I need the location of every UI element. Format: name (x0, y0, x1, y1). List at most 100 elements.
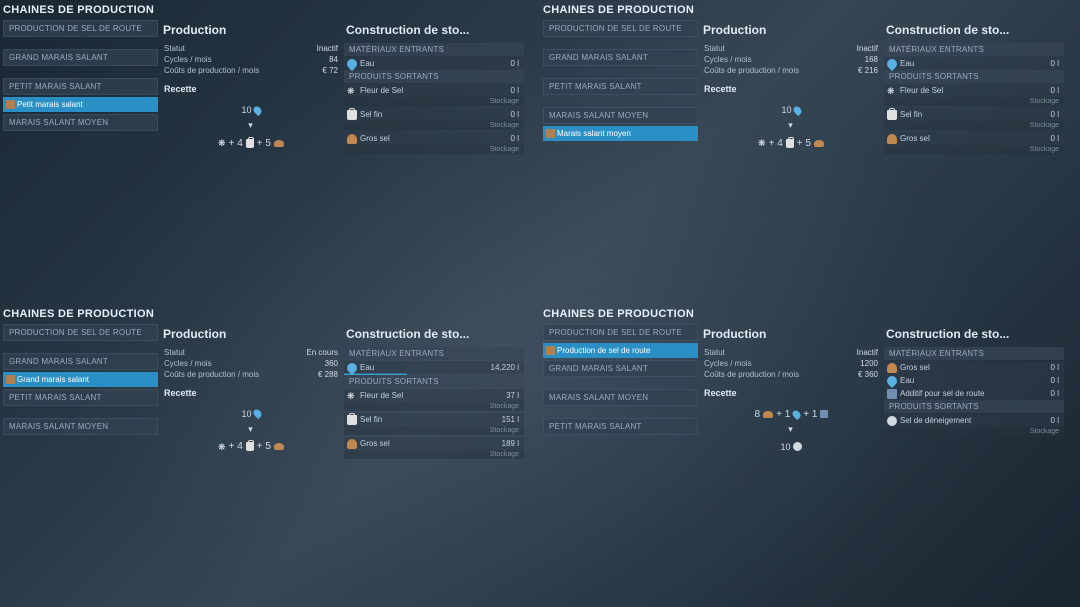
stat-value: € 72 (322, 66, 338, 75)
recipe-op: + 4 (228, 441, 244, 452)
salt-pile-icon (887, 363, 897, 373)
material-stock-label: Stockage (344, 97, 524, 106)
material-name: Gros sel (900, 134, 930, 143)
recipe-display: 10▾❋+ 4+ 5 (701, 100, 881, 151)
material-name: Fleur de Sel (360, 391, 403, 400)
sidebar-category-header[interactable]: PETIT MARAIS SALANT (3, 389, 158, 406)
sidebar-item-label: MARAIS SALANT MOYEN (9, 118, 108, 127)
chains-title: CHAINES DE PRODUCTION (3, 4, 537, 16)
stat-label: Coûts de production / mois (164, 370, 259, 379)
stat-label: Statut (704, 44, 725, 53)
sidebar-category-header[interactable]: GRAND MARAIS SALANT (543, 49, 698, 66)
sidebar-category-header[interactable]: MARAIS SALANT MOYEN (543, 389, 698, 406)
recipe-heading: Recette (164, 84, 341, 94)
sidebar-category-header[interactable]: PETIT MARAIS SALANT (3, 78, 158, 95)
salt-flake-icon: ❋ (347, 391, 357, 401)
material-row[interactable]: Additif pour sel de route0 l (884, 387, 1064, 400)
production-stat-row: Cycles / mois360 (161, 358, 341, 369)
stat-label: Coûts de production / mois (704, 66, 799, 75)
water-drop-icon (345, 360, 359, 374)
material-name: Additif pour sel de route (900, 389, 985, 398)
material-name: Gros sel (900, 363, 930, 372)
sidebar-item-label: PRODUCTION DE SEL DE ROUTE (549, 328, 682, 337)
material-row[interactable]: Gros sel0 l (884, 361, 1064, 374)
sidebar-category-header[interactable]: MARAIS SALANT MOYEN (3, 418, 158, 435)
sidebar-category-header[interactable]: GRAND MARAIS SALANT (3, 353, 158, 370)
material-row[interactable]: Eau 14,220 l (344, 361, 524, 374)
material-row[interactable]: Sel de déneigement0 l (884, 414, 1064, 427)
salt-flake-icon: ❋ (347, 86, 357, 96)
recipe-op: + 1 (775, 409, 791, 420)
salt-pile-icon (763, 411, 773, 418)
sidebar-item-label: MARAIS SALANT MOYEN (549, 111, 648, 120)
sidebar-category-header[interactable]: PRODUCTION DE SEL DE ROUTE (3, 20, 158, 37)
material-row[interactable]: Eau0 l (884, 374, 1064, 387)
sidebar-building-item[interactable]: Production de sel de route (543, 343, 698, 358)
sidebar-item-label: Marais salant moyen (557, 129, 631, 138)
production-stat-row: Coûts de production / mois € 72 (161, 65, 341, 76)
sidebar-building-item[interactable]: Petit marais salant (3, 97, 158, 112)
salt-pile-icon (887, 134, 897, 144)
arrow-down-icon: ▾ (701, 424, 881, 435)
stat-value: Inactif (317, 44, 338, 53)
recipe-qty: 10 (241, 409, 251, 419)
material-value: 0 l (1051, 416, 1059, 425)
sidebar-category-header[interactable]: GRAND MARAIS SALANT (543, 360, 698, 377)
sidebar-category-header[interactable]: GRAND MARAIS SALANT (3, 49, 158, 66)
material-name: Sel fin (360, 415, 382, 424)
sidebar-category-header[interactable]: PRODUCTION DE SEL DE ROUTE (543, 20, 698, 37)
chains-title: CHAINES DE PRODUCTION (543, 4, 1077, 16)
material-name: Eau (360, 59, 374, 68)
stat-label: Coûts de production / mois (164, 66, 259, 75)
material-name: Eau (900, 59, 914, 68)
material-row[interactable]: Sel fin0 l (344, 108, 524, 121)
sidebar-category-header[interactable]: PETIT MARAIS SALANT (543, 418, 698, 435)
building-icon (6, 100, 15, 109)
sidebar-building-item[interactable]: Marais salant moyen (543, 126, 698, 141)
stat-label: Cycles / mois (164, 359, 212, 368)
recipe-op: + 1 (802, 409, 818, 420)
water-drop-icon (791, 408, 802, 419)
material-row[interactable]: Gros sel0 l (884, 132, 1064, 145)
production-stat-row: Cycles / mois1200 (701, 358, 881, 369)
sidebar-item-label: GRAND MARAIS SALANT (549, 53, 648, 62)
material-stock-label: Stockage (344, 402, 524, 411)
sidebar-category-header[interactable]: MARAIS SALANT MOYEN (3, 114, 158, 131)
water-drop-icon (251, 104, 262, 115)
production-stat-row: StatutEn cours (161, 347, 341, 358)
material-row[interactable]: Sel fin151 l (344, 413, 524, 426)
material-row[interactable]: ❋Fleur de Sel0 l (884, 84, 1064, 97)
material-name: Eau (360, 363, 374, 372)
sidebar-category-header[interactable]: PETIT MARAIS SALANT (543, 78, 698, 95)
salt-pile-icon (814, 140, 824, 147)
water-drop-icon (791, 104, 802, 115)
material-row[interactable]: ❋Fleur de Sel37 l (344, 389, 524, 402)
salt-bag-icon (246, 442, 254, 451)
material-row[interactable]: Eau0 l (344, 57, 524, 70)
recipe-qty: 10 (781, 105, 791, 115)
sidebar-category-header[interactable]: PRODUCTION DE SEL DE ROUTE (543, 324, 698, 341)
material-stock-label: Stockage (884, 427, 1064, 436)
water-drop-icon (345, 57, 359, 71)
sidebar-category-header[interactable]: PRODUCTION DE SEL DE ROUTE (3, 324, 158, 341)
recipe-heading: Recette (164, 388, 341, 398)
salt-pile-icon (274, 443, 284, 450)
sidebar-category-header[interactable]: MARAIS SALANT MOYEN (543, 107, 698, 124)
material-row[interactable]: Gros sel0 l (344, 132, 524, 145)
recipe-op: + 5 (796, 138, 812, 149)
material-value: 0 l (1051, 59, 1059, 68)
materials-header: PRODUITS SORTANTS (884, 70, 1064, 83)
material-value: 14,220 l (491, 363, 519, 372)
material-row[interactable]: Eau 0 l (884, 57, 1064, 70)
stat-label: Statut (164, 348, 185, 357)
material-row[interactable]: ❋Fleur de Sel0 l (344, 84, 524, 97)
sidebar-item-label: GRAND MARAIS SALANT (9, 357, 108, 366)
building-icon (546, 346, 555, 355)
material-row[interactable]: Gros sel189 l (344, 437, 524, 450)
stat-value: € 360 (858, 370, 878, 379)
salt-pile-icon (347, 439, 357, 449)
sidebar-building-item[interactable]: Grand marais salant (3, 372, 158, 387)
material-row[interactable]: Sel fin0 l (884, 108, 1064, 121)
arrow-down-icon: ▾ (701, 120, 881, 131)
material-value: 0 l (511, 134, 519, 143)
